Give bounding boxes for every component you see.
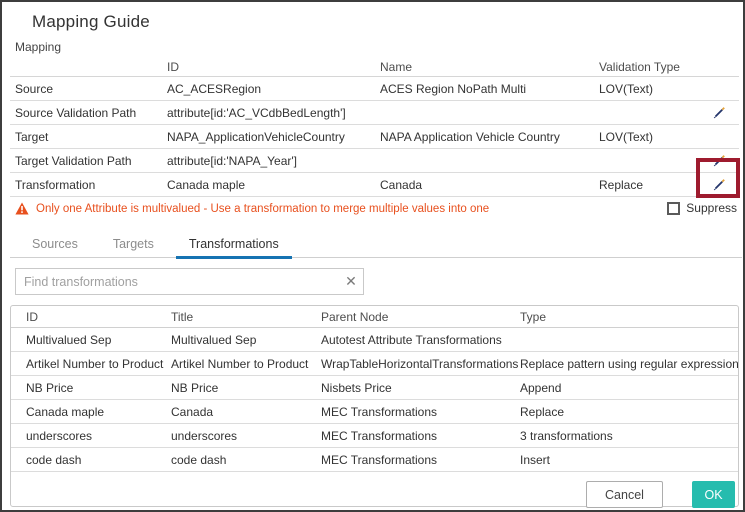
cell-title: underscores <box>171 429 321 443</box>
row-id: attribute[id:'NAPA_Year'] <box>167 154 380 168</box>
row-validation-type: LOV(Text) <box>599 82 699 96</box>
cell-id: Canada maple <box>26 405 171 419</box>
cell-parent-node: MEC Transformations <box>321 453 520 467</box>
cell-title: code dash <box>171 453 321 467</box>
cell-parent-node: Nisbets Price <box>321 381 520 395</box>
tab-targets[interactable]: Targets <box>100 233 167 257</box>
table-row-target[interactable]: Target NAPA_ApplicationVehicleCountry NA… <box>10 125 739 149</box>
row-validation-type: Replace <box>599 178 699 192</box>
table-row-source[interactable]: Source AC_ACESRegion ACES Region NoPath … <box>10 77 739 101</box>
tab-sources[interactable]: Sources <box>19 233 91 257</box>
cell-type: Replace <box>520 405 738 419</box>
cell-parent-node: MEC Transformations <box>321 429 520 443</box>
page-title: Mapping Guide <box>32 12 150 32</box>
table-row[interactable]: underscores underscores MEC Transformati… <box>11 424 738 448</box>
row-name: Canada <box>380 178 599 192</box>
warning-text: Only one Attribute is multivalued - Use … <box>36 203 489 215</box>
mapping-table-header: ID Name Validation Type <box>10 57 739 77</box>
clear-search-icon[interactable]: ✕ <box>339 273 363 290</box>
tab-transformations[interactable]: Transformations <box>176 233 292 257</box>
cancel-button[interactable]: Cancel <box>586 481 663 508</box>
suppress-label: Suppress <box>686 201 737 215</box>
cell-title: NB Price <box>171 381 321 395</box>
row-id: attribute[id:'AC_VCdbBedLength'] <box>167 106 380 120</box>
suppress-control: Suppress <box>667 201 737 215</box>
ok-button[interactable]: OK <box>692 481 735 508</box>
row-label: Target <box>15 130 167 144</box>
transformations-table-header: ID Title Parent Node Type <box>11 306 738 328</box>
edit-transformation-button[interactable] <box>709 175 729 195</box>
pencil-icon <box>711 105 727 121</box>
edit-target-validation-path-button[interactable] <box>709 151 729 171</box>
cell-id: Multivalued Sep <box>26 333 171 347</box>
warning-triangle-icon <box>15 202 29 215</box>
table-row-transformation[interactable]: Transformation Canada maple Canada Repla… <box>10 173 739 197</box>
row-label: Target Validation Path <box>15 154 167 168</box>
cell-id: NB Price <box>26 381 171 395</box>
table-row[interactable]: Artikel Number to Product Artikel Number… <box>11 352 738 376</box>
col-validation-type: Validation Type <box>599 60 699 74</box>
row-label: Source <box>15 82 167 96</box>
col-id: ID <box>167 60 380 74</box>
tab-bar: Sources Targets Transformations <box>10 233 742 258</box>
cell-type: Append <box>520 381 738 395</box>
table-row[interactable]: Multivalued Sep Multivalued Sep Autotest… <box>11 328 738 352</box>
col-type: Type <box>520 310 738 324</box>
suppress-checkbox[interactable] <box>667 202 680 215</box>
mapping-section-label: Mapping <box>15 40 61 54</box>
mapping-guide-dialog: Mapping Guide Mapping ID Name Validation… <box>0 0 745 512</box>
search-input[interactable] <box>16 275 339 289</box>
table-row-target-validation-path[interactable]: Target Validation Path attribute[id:'NAP… <box>10 149 739 173</box>
col-title: Title <box>171 310 321 324</box>
row-validation-type: LOV(Text) <box>599 130 699 144</box>
pencil-icon <box>711 153 727 169</box>
cell-title: Multivalued Sep <box>171 333 321 347</box>
table-row[interactable]: code dash code dash MEC Transformations … <box>11 448 738 472</box>
row-id: Canada maple <box>167 178 380 192</box>
col-parent-node: Parent Node <box>321 310 520 324</box>
col-name: Name <box>380 60 599 74</box>
transformations-table: ID Title Parent Node Type Multivalued Se… <box>10 305 739 507</box>
cell-id: code dash <box>26 453 171 467</box>
cell-type: 3 transformations <box>520 429 738 443</box>
row-id: AC_ACESRegion <box>167 82 380 96</box>
cell-id: Artikel Number to Product <box>26 357 171 371</box>
cell-title: Artikel Number to Product <box>171 357 321 371</box>
table-row[interactable]: Canada maple Canada MEC Transformations … <box>11 400 738 424</box>
col-id: ID <box>26 310 171 324</box>
row-id: NAPA_ApplicationVehicleCountry <box>167 130 380 144</box>
edit-source-validation-path-button[interactable] <box>709 103 729 123</box>
row-name: ACES Region NoPath Multi <box>380 82 599 96</box>
cell-id: underscores <box>26 429 171 443</box>
row-label: Source Validation Path <box>15 106 167 120</box>
cell-type: Replace pattern using regular expression… <box>520 357 738 371</box>
cell-type: Insert <box>520 453 738 467</box>
row-label: Transformation <box>15 178 167 192</box>
table-row-source-validation-path[interactable]: Source Validation Path attribute[id:'AC_… <box>10 101 739 125</box>
mapping-table: ID Name Validation Type Source AC_ACESRe… <box>10 57 739 197</box>
table-row[interactable]: NB Price NB Price Nisbets Price Append <box>11 376 738 400</box>
pencil-icon <box>711 177 727 193</box>
multivalued-warning: Only one Attribute is multivalued - Use … <box>15 202 633 215</box>
cell-title: Canada <box>171 405 321 419</box>
cell-parent-node: Autotest Attribute Transformations <box>321 333 520 347</box>
row-name: NAPA Application Vehicle Country <box>380 130 599 144</box>
cell-parent-node: WrapTableHorizontalTransformations <box>321 357 520 371</box>
cell-parent-node: MEC Transformations <box>321 405 520 419</box>
search-box: ✕ <box>15 268 364 295</box>
